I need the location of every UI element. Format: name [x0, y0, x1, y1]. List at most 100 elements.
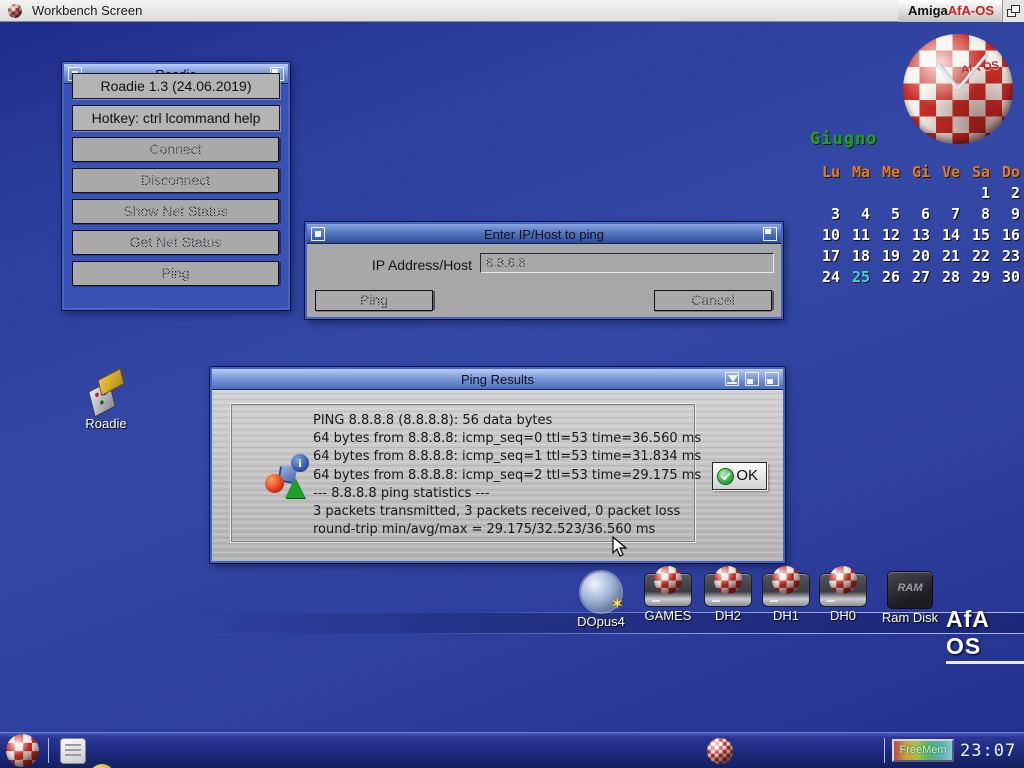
weekday: Do — [990, 162, 1020, 182]
calendar-week: 1 2 — [810, 183, 1022, 203]
check-icon — [718, 469, 733, 484]
disconnect-button[interactable]: Disconnect — [72, 168, 279, 193]
ping-prompt-window[interactable]: Enter IP/Host to ping IP Address/Host 8.… — [305, 222, 783, 319]
desktop-icon-dopus4[interactable]: DOpus4 — [563, 572, 639, 629]
window-title: Enter IP/Host to ping — [307, 227, 781, 242]
show-net-status-button[interactable]: Show Net Status — [72, 199, 279, 224]
day: 5 — [870, 204, 900, 224]
day: 21 — [930, 246, 960, 266]
icon-label: DH0 — [805, 608, 881, 623]
ping-line: round-trip min/avg/max = 29.175/32.523/3… — [313, 521, 701, 539]
mouse-cursor — [612, 536, 628, 563]
day: 27 — [900, 267, 930, 287]
desktop-icon-ram-disk[interactable]: RAM Ram Disk — [872, 572, 948, 625]
calendar-week: 10 11 12 13 14 15 16 — [810, 225, 1022, 245]
brand-amiga: Amiga — [908, 3, 948, 18]
ping-prompt-titlebar[interactable]: Enter IP/Host to ping — [307, 224, 781, 244]
taskbar-notes-icon[interactable] — [60, 738, 86, 764]
dopus-sphere-icon — [581, 572, 621, 612]
ping-line: 64 bytes from 8.8.8.8: icmp_seq=1 ttl=53… — [313, 448, 701, 466]
day: 28 — [930, 267, 960, 287]
ping-output-text: PING 8.8.8.8 (8.8.8.8): 56 data bytes 64… — [313, 412, 701, 539]
day: 14 — [930, 225, 960, 245]
day — [810, 183, 840, 203]
ping-confirm-button[interactable]: Ping — [315, 290, 433, 311]
freemem-label: FreeMem — [899, 744, 946, 756]
zoom-gadget-icon[interactable] — [763, 227, 777, 241]
weekday: Ma — [840, 162, 870, 182]
day — [930, 183, 960, 203]
ping-line: PING 8.8.8.8 (8.8.8.8): 56 data bytes — [313, 412, 701, 430]
ok-button[interactable]: OK — [712, 462, 767, 490]
shelf-line — [410, 633, 1024, 634]
depth-gadget-icon[interactable] — [765, 372, 779, 386]
calendar-week: 3 4 5 6 7 8 9 — [810, 204, 1022, 224]
icon-label: DOpus4 — [563, 614, 639, 629]
boing-ball-icon — [8, 4, 22, 18]
menubar[interactable]: Workbench Screen AmigaAfA-OS — [0, 0, 1024, 22]
flip-phone-icon — [84, 374, 128, 414]
ping-line: --- 8.8.8.8 ping statistics --- — [313, 485, 701, 503]
day: 30 — [990, 267, 1020, 287]
ip-address-label: IP Address/Host — [327, 257, 472, 273]
day: 26 — [870, 267, 900, 287]
ping-results-window[interactable]: Ping Results i PING 8.8.8.8 (8.8.8.8): 5… — [210, 367, 785, 563]
calendar-widget: Giugno Lu Ma Me Gi Ve Sa Do 1 2 3 4 5 6 … — [810, 129, 1022, 287]
day: 16 — [990, 225, 1020, 245]
ping-line: 3 packets transmitted, 3 packets receive… — [313, 503, 701, 521]
connect-button[interactable]: Connect — [72, 137, 279, 162]
get-net-status-button[interactable]: Get Net Status — [72, 230, 279, 255]
disk-drive-icon — [645, 570, 691, 606]
calendar-week: 17 18 19 20 21 22 23 — [810, 246, 1022, 266]
day: 1 — [960, 183, 990, 203]
ping-button[interactable]: Ping — [72, 261, 279, 286]
ping-results-body: i PING 8.8.8.8 (8.8.8.8): 56 data bytes … — [212, 390, 783, 561]
roadie-hotkey-label: Hotkey: ctrl lcommand help — [72, 105, 280, 131]
zoom-gadget-icon[interactable] — [745, 372, 759, 386]
ip-address-input[interactable]: 8.8.8.8 — [480, 253, 774, 273]
cancel-button[interactable]: Cancel — [654, 290, 772, 311]
ping-line: 64 bytes from 8.8.8.8: icmp_seq=2 ttl=53… — [313, 467, 701, 485]
screen-title: Workbench Screen — [32, 3, 142, 18]
brand-afaos: AfA-OS — [948, 3, 994, 18]
desktop-icon-roadie[interactable]: Roadie — [68, 374, 144, 431]
brand-label: AmigaAfA-OS — [898, 0, 1002, 22]
disk-drive-icon — [705, 570, 751, 606]
day: 24 — [810, 267, 840, 287]
taskbar-silver-boing-icon[interactable] — [707, 738, 733, 764]
taskbar-separator — [48, 738, 49, 763]
day: 7 — [930, 204, 960, 224]
desktop-icon-dh0[interactable]: DH0 — [805, 570, 881, 623]
taskbar-start-boing-icon[interactable] — [6, 734, 39, 767]
ok-button-label: OK — [736, 467, 758, 484]
iconify-gadget-icon[interactable] — [725, 372, 739, 386]
day: 3 — [810, 204, 840, 224]
day: 29 — [960, 267, 990, 287]
ping-results-titlebar[interactable]: Ping Results — [212, 369, 783, 390]
taskbar[interactable]: ☂ FreeMem 23:07 — [0, 732, 1024, 768]
day: 11 — [840, 225, 870, 245]
calendar-week: 24 25 26 27 28 29 30 — [810, 267, 1022, 287]
info-icon: i — [265, 456, 317, 510]
roadie-window[interactable]: Roadie Roadie 1.3 (24.06.2019) Hotkey: c… — [62, 62, 290, 310]
day: 9 — [990, 204, 1020, 224]
taskbar-separator — [884, 738, 885, 763]
day: 15 — [960, 225, 990, 245]
day: 13 — [900, 225, 930, 245]
day: 19 — [870, 246, 900, 266]
ping-output-panel: i PING 8.8.8.8 (8.8.8.8): 56 data bytes … — [230, 403, 696, 543]
screen-depth-gadget[interactable] — [1002, 0, 1024, 22]
day: 18 — [840, 246, 870, 266]
day-highlighted: 25 — [840, 267, 870, 287]
day — [870, 183, 900, 203]
icon-label: Roadie — [68, 416, 144, 431]
weekday: Gi — [900, 162, 930, 182]
taskbar-clock: 23:07 — [960, 741, 1016, 761]
taskbar-gold-cd-icon[interactable] — [89, 764, 115, 768]
boing-clock-widget: AfA OS — [903, 34, 1013, 144]
freemem-gauge[interactable]: FreeMem — [892, 739, 954, 762]
day: 22 — [960, 246, 990, 266]
disk-drive-icon — [763, 570, 809, 606]
day: 17 — [810, 246, 840, 266]
day: 23 — [990, 246, 1020, 266]
